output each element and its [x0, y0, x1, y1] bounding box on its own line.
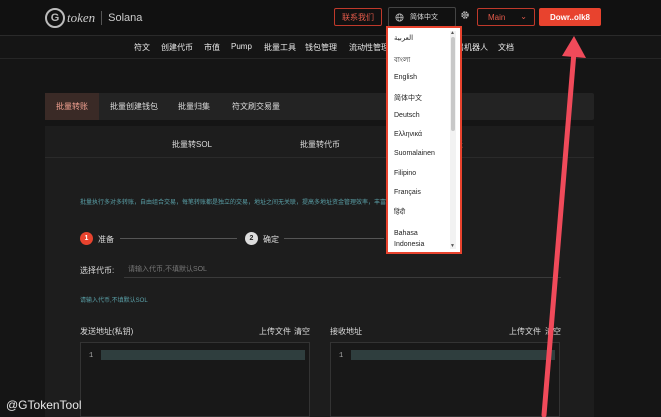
chain-label: Solana — [108, 12, 143, 24]
send-upload-button[interactable]: 上传文件 — [259, 326, 291, 337]
receive-address-label: 接收地址 — [330, 327, 362, 336]
step-connector-2 — [284, 238, 384, 239]
step-1-label: 准备 — [98, 235, 114, 244]
send-address-editor[interactable]: 1 — [80, 342, 310, 417]
logo[interactable]: G token Solana — [45, 8, 142, 28]
logo-divider — [101, 11, 103, 25]
language-option-greek[interactable]: Ελληνικά — [394, 131, 422, 138]
line-number: 1 — [89, 352, 94, 360]
tab-batch-create-wallet[interactable]: 批量创建钱包 — [101, 93, 167, 120]
scroll-up-icon[interactable]: ▲ — [450, 31, 455, 36]
scroll-down-icon[interactable]: ▼ — [450, 244, 455, 249]
step-1-indicator: 1 — [80, 232, 93, 245]
step-2-label: 确定 — [263, 235, 279, 244]
line-number: 1 — [339, 352, 344, 360]
top-bar: G token Solana 联系我们 简体中文 Main ⌄ Dowr..ol… — [0, 0, 661, 36]
language-selector[interactable]: 简体中文 — [388, 7, 456, 27]
gtoken-logo-icon: G — [45, 8, 65, 28]
nav-item-market-cap[interactable]: 市值 — [204, 42, 220, 53]
subtab-divider — [45, 157, 594, 158]
language-selector-label: 简体中文 — [410, 14, 438, 21]
tab-batch-collect[interactable]: 批量归集 — [169, 93, 219, 120]
send-clear-button[interactable]: 清空 — [294, 326, 310, 337]
nav-item-liquidity-management[interactable]: 流动性管理 — [349, 42, 389, 53]
network-select[interactable]: Main ⌄ — [477, 8, 535, 26]
gear-icon[interactable] — [460, 10, 470, 20]
tab-batch-transfer[interactable]: 批量转账 — [45, 93, 99, 120]
network-select-value: Main — [488, 12, 506, 22]
language-option-filipino[interactable]: Filipino — [394, 170, 416, 177]
step-2-indicator: 2 — [245, 232, 258, 245]
main-nav: 符文 创建代币 市值 Pump 批量工具 钱包管理 流动性管理 交易机器人 文档 — [0, 38, 661, 58]
token-hint: 请输入代币,不填默认SOL — [80, 298, 148, 304]
language-option-french[interactable]: Français — [394, 189, 421, 196]
language-option-bengali[interactable]: বাংলা — [394, 54, 410, 66]
receive-upload-button[interactable]: 上传文件 — [509, 326, 541, 337]
tool-tabs: 批量转账 批量创建钱包 批量归集 符文刷交易量 — [45, 93, 594, 120]
language-option-hindi[interactable]: हिंदी — [394, 208, 405, 217]
step-connector — [120, 238, 237, 239]
tab-runes-volume[interactable]: 符文刷交易量 — [223, 93, 289, 120]
nav-item-create-token[interactable]: 创建代币 — [161, 42, 193, 53]
logo-text: token — [67, 10, 96, 25]
download-button[interactable]: Dowr..olk8 — [539, 8, 601, 26]
dropdown-scrollbar[interactable]: ▲ ▼ — [450, 31, 456, 249]
feature-description: 批量执行多对多转账，自由组合交易，每笔转账都是独立的交易，地址之间无关联，提高多… — [80, 200, 453, 206]
active-line-highlight — [101, 350, 305, 360]
watermark: @GTokenTool — [6, 398, 82, 412]
language-dropdown: العربية বাংলা English 简体中文 Deutsch Ελλην… — [386, 26, 462, 254]
language-option-english[interactable]: English — [394, 74, 417, 81]
token-input[interactable] — [124, 262, 561, 278]
token-label: 选择代币: — [80, 266, 115, 275]
nav-divider — [0, 58, 661, 59]
receive-address-editor[interactable]: 1 — [330, 342, 560, 417]
language-option-german[interactable]: Deutsch — [394, 112, 420, 119]
nav-item-batch-tools[interactable]: 批量工具 — [264, 42, 296, 53]
send-address-label: 发送地址(私钥) — [80, 327, 134, 336]
nav-item-runes[interactable]: 符文 — [134, 42, 150, 53]
language-option-arabic[interactable]: العربية — [394, 34, 413, 42]
nav-item-pump[interactable]: Pump — [231, 42, 252, 51]
nav-item-docs[interactable]: 文档 — [498, 42, 514, 53]
contact-us-button[interactable]: 联系我们 — [334, 8, 382, 26]
active-line-highlight — [351, 350, 555, 360]
receive-clear-button[interactable]: 清空 — [545, 326, 561, 337]
subtab-transfer-sol[interactable]: 批量转SOL — [172, 139, 212, 150]
chevron-down-icon: ⌄ — [520, 12, 527, 21]
scrollbar-thumb[interactable] — [451, 37, 455, 131]
language-option-chinese[interactable]: 简体中文 — [394, 93, 422, 103]
subtab-transfer-token[interactable]: 批量转代币 — [300, 139, 340, 150]
language-option-indonesian[interactable]: Bahasa Indonesia — [394, 228, 444, 250]
nav-item-wallet-management[interactable]: 钱包管理 — [305, 42, 337, 53]
globe-icon — [395, 12, 404, 22]
language-option-finnish[interactable]: Suomalainen — [394, 150, 435, 157]
